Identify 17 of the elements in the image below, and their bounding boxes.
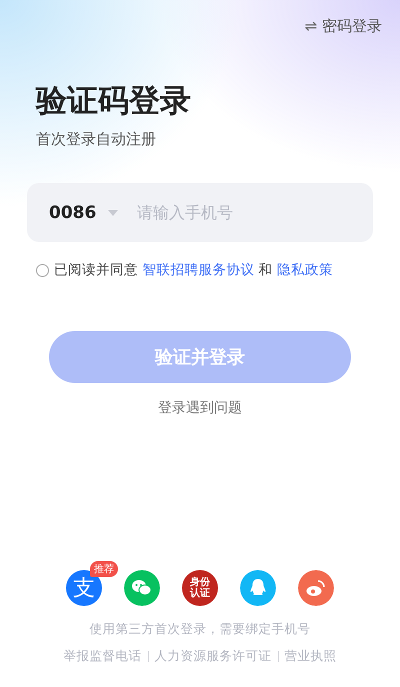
recommend-badge: 推荐	[90, 561, 118, 577]
phone-field[interactable]: 0086 请输入手机号	[27, 183, 373, 242]
privacy-policy-link[interactable]: 隐私政策	[276, 262, 333, 278]
password-login-link[interactable]: ⇌ 密码登录	[304, 17, 382, 36]
agree-checkbox[interactable]	[36, 264, 49, 276]
id-verify-login-icon[interactable]: 身份认证	[182, 570, 218, 606]
login-help-link[interactable]: 登录遇到问题	[158, 399, 242, 417]
third-party-note: 使用第三方首次登录，需要绑定手机号	[88, 621, 312, 638]
caret-icon	[108, 210, 118, 216]
weibo-login-icon[interactable]	[298, 570, 334, 606]
penguin-login-icon[interactable]	[240, 570, 276, 606]
service-agreement-link[interactable]: 智联招聘服务协议	[142, 262, 254, 278]
wechat-login-icon[interactable]	[124, 570, 160, 606]
agreement-text: 已阅读并同意 智联招聘服务协议 和 隐私政策	[54, 261, 333, 279]
page-title: 验证码登录	[36, 82, 192, 121]
country-code-select[interactable]: 0086	[49, 202, 135, 222]
page-subtitle: 首次登录自动注册	[36, 130, 157, 149]
